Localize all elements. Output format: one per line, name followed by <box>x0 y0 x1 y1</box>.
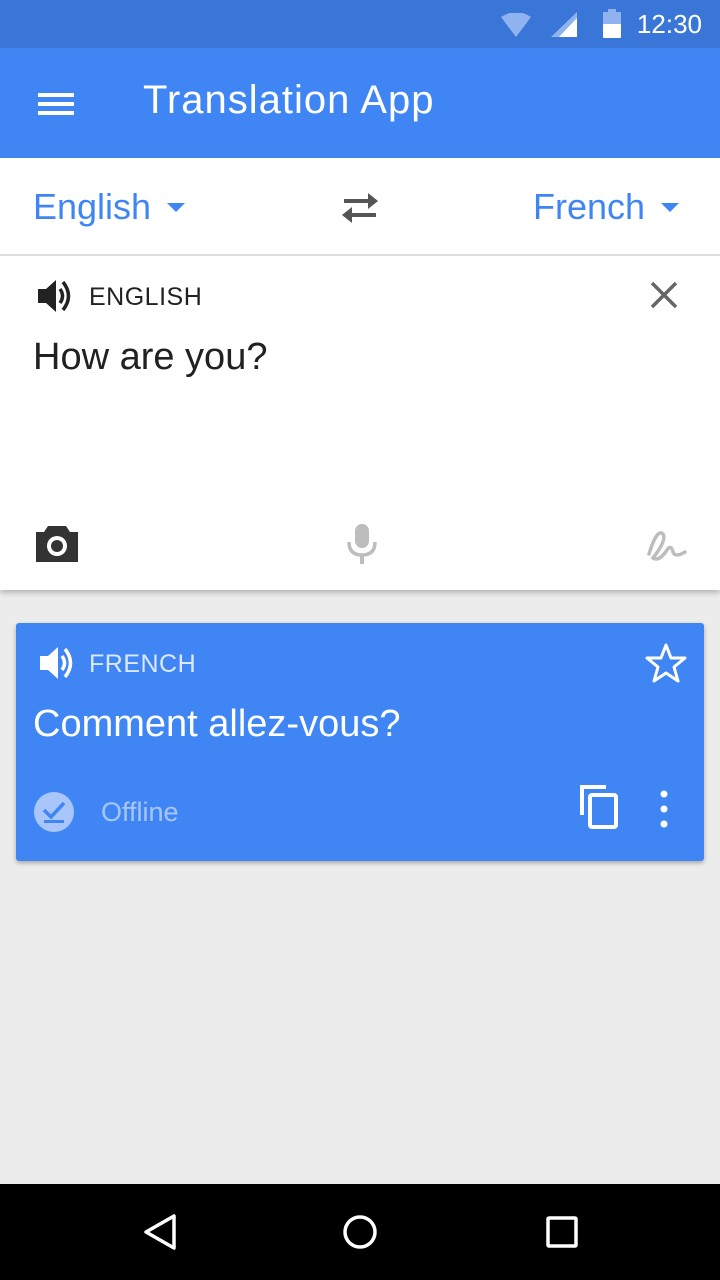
handwriting-icon[interactable] <box>645 524 689 564</box>
star-icon[interactable] <box>644 641 688 685</box>
close-icon[interactable] <box>645 276 683 314</box>
source-language-dropdown[interactable]: English <box>33 186 186 228</box>
copy-icon[interactable] <box>578 783 620 829</box>
offline-status: Offline <box>101 797 179 827</box>
home-icon[interactable] <box>340 1212 380 1252</box>
camera-icon[interactable] <box>34 522 80 564</box>
recents-icon[interactable] <box>542 1212 582 1252</box>
target-language-header: FRENCH <box>89 650 197 678</box>
translation-card[interactable]: FRENCH Comment allez-vous? Offline <box>16 623 704 861</box>
status-time: 12:30 <box>636 9 702 39</box>
menu-icon[interactable] <box>28 81 84 125</box>
wifi-icon <box>501 13 531 37</box>
source-text-input[interactable]: How are you? <box>33 336 673 379</box>
back-icon[interactable] <box>140 1212 180 1252</box>
offline-check-icon <box>34 792 74 832</box>
source-language-label: English <box>33 186 152 227</box>
target-language-dropdown[interactable]: French <box>533 186 680 228</box>
source-language-header: ENGLISH <box>89 283 203 311</box>
microphone-icon[interactable] <box>344 522 380 566</box>
translated-text: Comment allez-vous? <box>33 703 401 745</box>
input-card: ENGLISH How are you? <box>0 256 720 590</box>
speaker-icon[interactable] <box>34 275 76 317</box>
signal-icon <box>551 12 577 37</box>
chevron-down-icon <box>661 202 680 212</box>
language-bar: English French <box>0 158 720 256</box>
navigation-bar <box>0 1184 720 1280</box>
app-title: Translation App <box>143 78 435 122</box>
app-bar: Translation App <box>0 48 720 158</box>
battery-icon <box>603 9 621 38</box>
swap-icon[interactable] <box>336 188 384 228</box>
more-vert-icon[interactable] <box>652 789 676 829</box>
speaker-icon[interactable] <box>36 642 78 684</box>
status-bar: 12:30 <box>0 0 720 48</box>
chevron-down-icon <box>167 202 186 212</box>
target-language-label: French <box>533 186 646 227</box>
